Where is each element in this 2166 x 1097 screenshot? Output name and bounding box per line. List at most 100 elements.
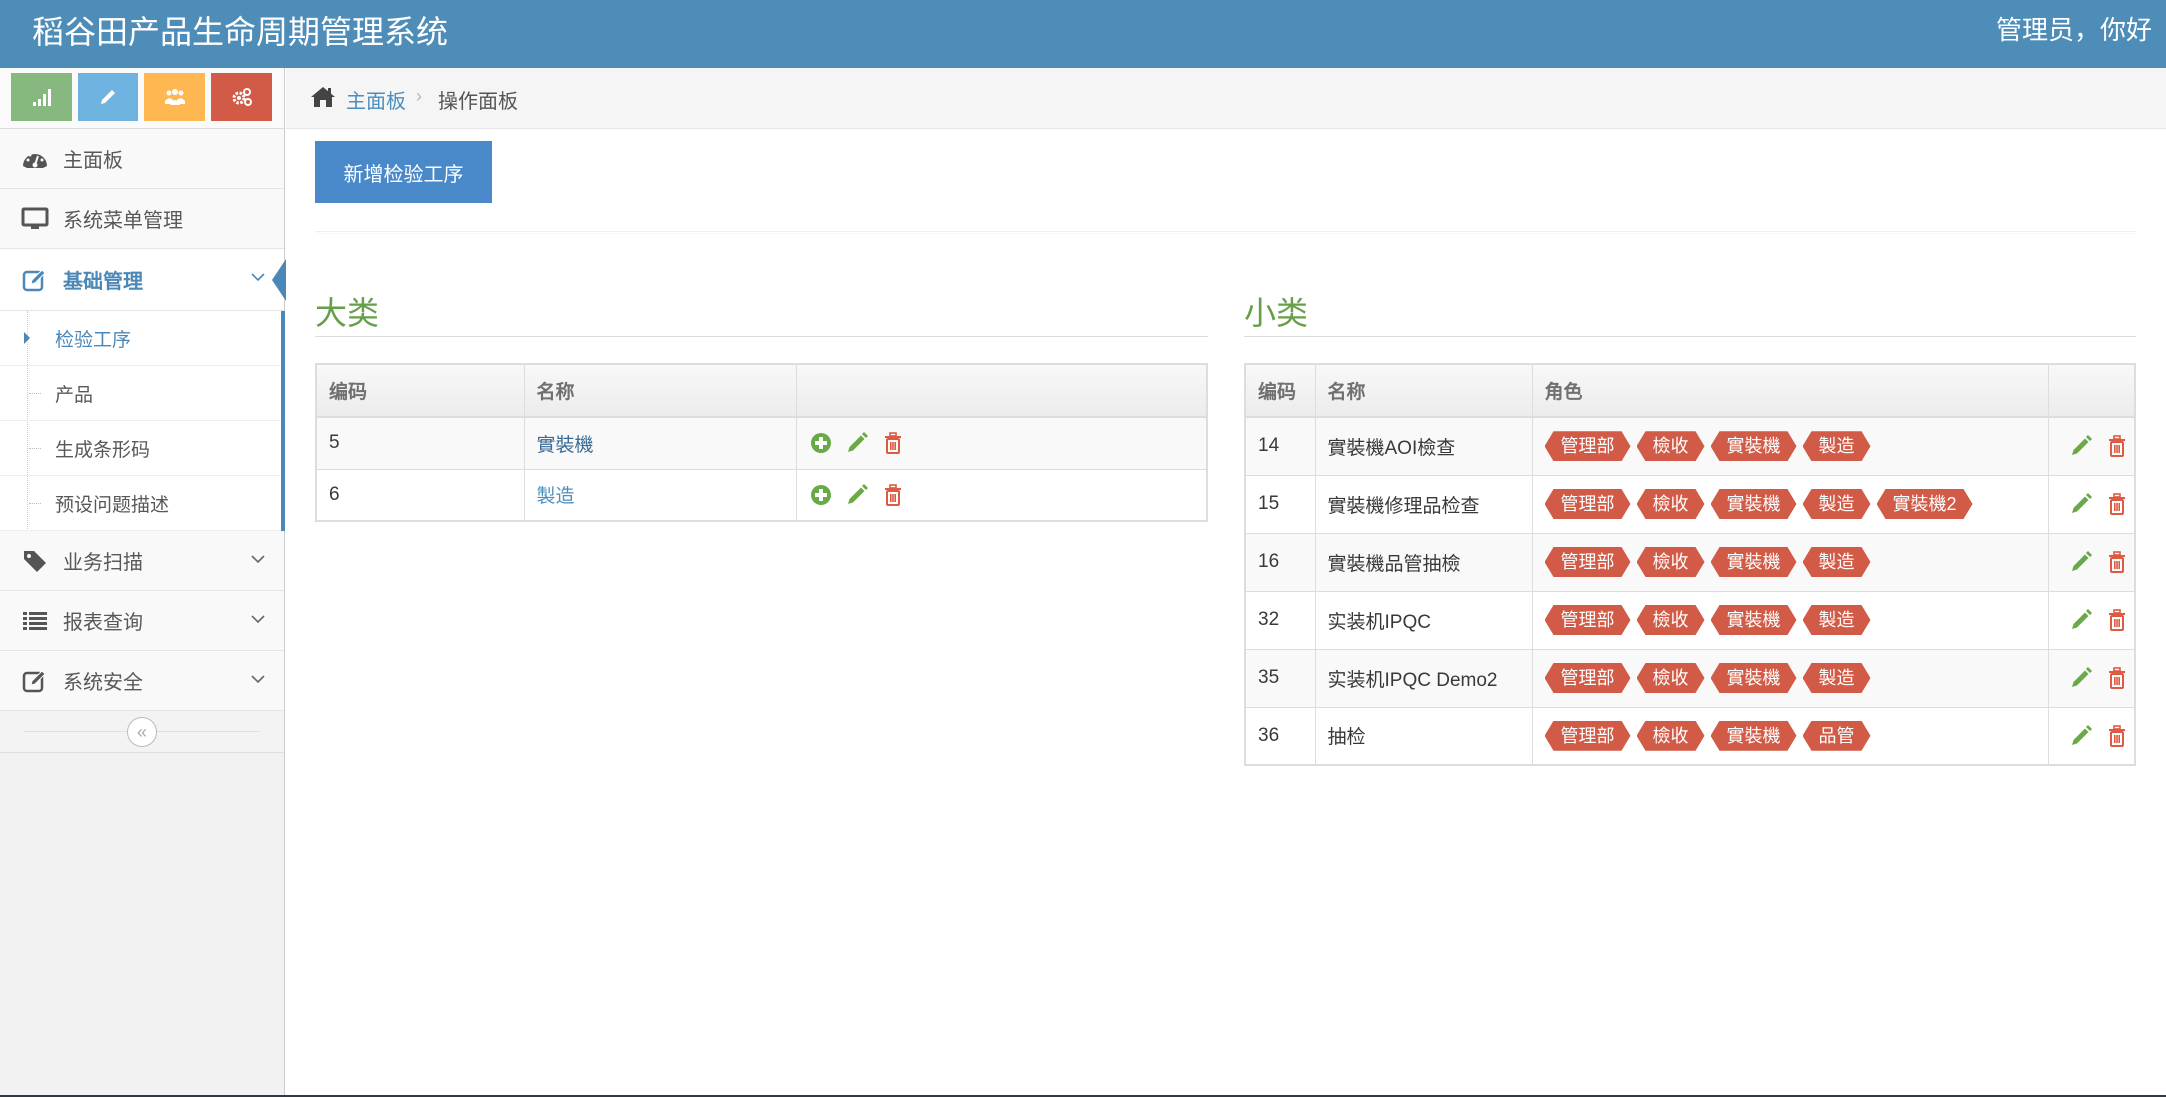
edit-icon <box>17 668 53 694</box>
category-name-link[interactable]: 製造 <box>537 486 575 507</box>
delete-icon[interactable] <box>2105 492 2129 516</box>
cell-roles: 管理部 檢收 實裝機 製造 實裝機2 <box>1531 474 2049 534</box>
edit-icon[interactable] <box>845 431 869 455</box>
breadcrumb-home-link[interactable]: 主面板 <box>346 85 406 114</box>
shortcut-signal-button[interactable] <box>11 73 72 121</box>
sidebar-subitem-barcode[interactable]: 生成条形码 <box>0 421 281 476</box>
role-tag: 製造 <box>1803 431 1871 461</box>
sidebar-item-basic-management[interactable]: 基础管理 <box>0 249 286 311</box>
role-tag: 實裝機 <box>1711 721 1797 751</box>
sidebar-item-business-scan[interactable]: 业务扫描 <box>0 531 284 591</box>
cell-code: 15 <box>1244 474 1316 534</box>
chevron-down-icon <box>251 615 265 624</box>
category-name-link[interactable]: 實裝機 <box>537 435 594 456</box>
minor-title-underline <box>1244 336 2136 337</box>
cell-code: 16 <box>1244 532 1316 592</box>
pencil-icon <box>101 90 115 104</box>
cell-code: 35 <box>1244 648 1316 708</box>
edit-icon <box>17 267 53 293</box>
sidebar-shortcuts <box>0 68 284 129</box>
top-navbar: 稻谷田产品生命周期管理系统 管理员，你好 <box>0 0 2166 68</box>
role-tag: 實裝機 <box>1711 663 1797 693</box>
cell-actions <box>795 416 1208 470</box>
cell-code: 32 <box>1244 590 1316 650</box>
sidebar-collapse-button[interactable]: « <box>127 717 157 747</box>
edit-icon[interactable] <box>2069 492 2093 516</box>
edit-icon[interactable] <box>2069 608 2093 632</box>
sidebar-item-label: 报表查询 <box>63 612 143 634</box>
role-tag: 管理部 <box>1545 489 1631 519</box>
delete-icon[interactable] <box>2105 434 2129 458</box>
chevron-down-icon <box>251 555 265 564</box>
role-tag: 檢收 <box>1637 431 1705 461</box>
table-row: 6 製造 <box>315 468 1208 522</box>
edit-icon[interactable] <box>2069 434 2093 458</box>
add-inspection-process-button[interactable]: 新增检验工序 <box>315 141 492 203</box>
delete-icon[interactable] <box>2105 608 2129 632</box>
dashboard-icon <box>17 146 53 172</box>
sidebar-subitem-problem-description[interactable]: 预设问题描述 <box>0 476 281 531</box>
role-tag: 檢收 <box>1637 663 1705 693</box>
table-row: 32 实装机IPQC 管理部 檢收 實裝機 製造 <box>1244 590 2136 650</box>
cell-name: 實裝機AOI檢查 <box>1314 416 1533 476</box>
delete-icon[interactable] <box>2105 724 2129 748</box>
edit-icon[interactable] <box>845 483 869 507</box>
cell-code: 6 <box>315 468 525 522</box>
sidebar-subitem-product[interactable]: 产品 <box>0 366 281 421</box>
cell-actions <box>2047 474 2136 534</box>
role-tag: 檢收 <box>1637 489 1705 519</box>
cell-name: 實裝機修理品检查 <box>1314 474 1533 534</box>
cell-actions <box>2047 706 2136 766</box>
cell-code: 14 <box>1244 416 1316 476</box>
role-tag: 檢收 <box>1637 547 1705 577</box>
sidebar-item-reports[interactable]: 报表查询 <box>0 591 284 651</box>
role-tag: 製造 <box>1803 663 1871 693</box>
role-tag: 管理部 <box>1545 721 1631 751</box>
shortcut-pencil-button[interactable] <box>78 73 138 121</box>
major-category-title: 大类 <box>315 295 380 331</box>
table-row: 14 實裝機AOI檢查 管理部 檢收 實裝機 製造 <box>1244 416 2136 476</box>
role-tag: 實裝機 <box>1711 547 1797 577</box>
delete-icon[interactable] <box>881 483 905 507</box>
sidebar-item-label: 业务扫描 <box>63 552 143 574</box>
chevron-down-icon <box>251 675 265 684</box>
cell-name: 製造 <box>523 468 797 522</box>
app-title[interactable]: 稻谷田产品生命周期管理系统 <box>32 12 448 52</box>
edit-icon[interactable] <box>2069 724 2093 748</box>
shortcut-cogs-button[interactable] <box>211 73 272 121</box>
breadcrumb-separator: › <box>416 86 422 106</box>
role-tag: 實裝機2 <box>1877 489 1973 519</box>
role-tag: 實裝機 <box>1711 605 1797 635</box>
sidebar-item-dashboard[interactable]: 主面板 <box>0 129 284 189</box>
shortcut-users-button[interactable] <box>144 73 205 121</box>
col-header-actions <box>2047 363 2136 418</box>
sidebar-collapse-bar: « <box>0 711 284 753</box>
delete-icon[interactable] <box>881 431 905 455</box>
add-icon[interactable] <box>809 431 833 455</box>
add-icon[interactable] <box>809 483 833 507</box>
cell-actions <box>2047 590 2136 650</box>
role-tag: 檢收 <box>1637 721 1705 751</box>
breadcrumb-current: 操作面板 <box>438 91 518 113</box>
major-category-table: 编码 名称 5 實裝機 6 製造 <box>315 363 1208 522</box>
cell-actions <box>795 468 1208 522</box>
role-tag: 管理部 <box>1545 605 1631 635</box>
sidebar-item-system-security[interactable]: 系统安全 <box>0 651 284 711</box>
minor-category-title: 小类 <box>1244 295 1309 331</box>
table-header-row: 编码 名称 角色 <box>1244 363 2136 418</box>
user-menu[interactable]: 管理员，你好 <box>1996 12 2152 48</box>
cell-code: 36 <box>1244 706 1316 766</box>
delete-icon[interactable] <box>2105 550 2129 574</box>
sidebar-item-label: 主面板 <box>63 150 123 172</box>
cell-name: 抽检 <box>1314 706 1533 766</box>
cell-roles: 管理部 檢收 實裝機 製造 <box>1531 532 2049 592</box>
role-tag: 實裝機 <box>1711 431 1797 461</box>
sidebar-subitem-inspection-process[interactable]: 检验工序 <box>0 311 281 366</box>
edit-icon[interactable] <box>2069 550 2093 574</box>
table-row: 5 實裝機 <box>315 416 1208 470</box>
cell-actions <box>2047 532 2136 592</box>
cell-roles: 管理部 檢收 實裝機 製造 <box>1531 590 2049 650</box>
sidebar-item-menu-management[interactable]: 系统菜单管理 <box>0 189 284 249</box>
edit-icon[interactable] <box>2069 666 2093 690</box>
delete-icon[interactable] <box>2105 666 2129 690</box>
